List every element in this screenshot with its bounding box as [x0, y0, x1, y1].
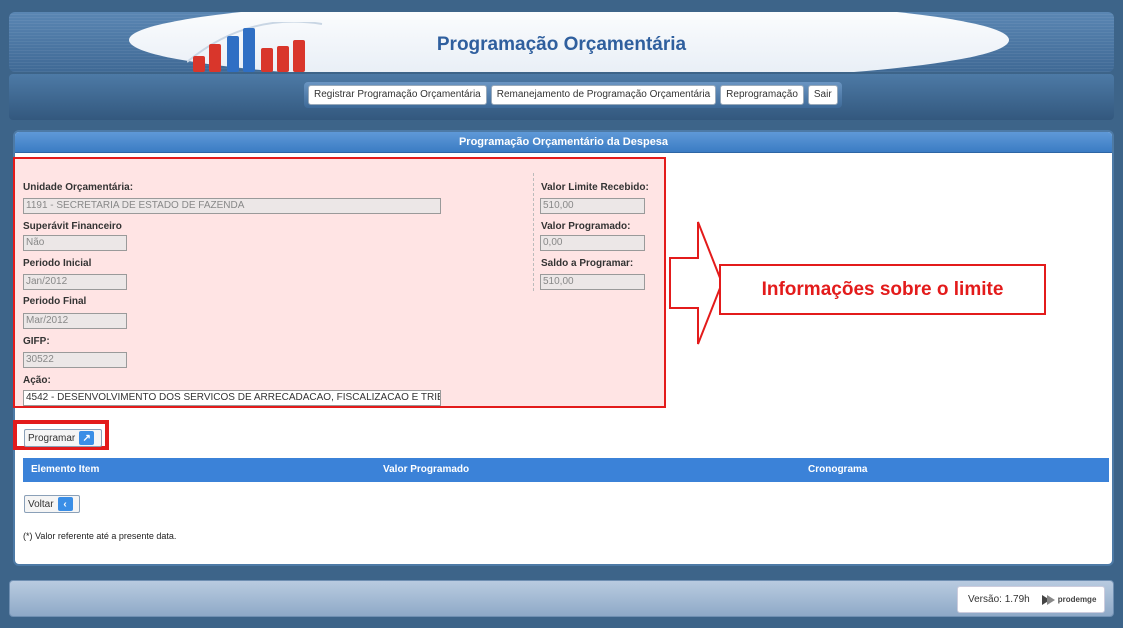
valor-programado-label: Valor Programado:: [541, 221, 631, 232]
arrow-up-right-icon: ↗: [79, 431, 95, 445]
version-text: Versão: 1.79h: [968, 594, 1030, 605]
callout-label: Informações sobre o limite: [719, 264, 1046, 315]
unidade-orcamentaria-field: 1191 - SECRETARIA DE ESTADO DE FAZENDA: [23, 198, 441, 214]
unidade-orcamentaria-label: Unidade Orçamentária:: [23, 182, 134, 193]
programar-button[interactable]: Programar ↗: [24, 429, 102, 447]
grid-header: Elemento Item Valor Programado Cronogram…: [23, 458, 1109, 482]
column-divider: [533, 173, 534, 291]
valor-programado-field: 0,00: [540, 235, 645, 251]
saldo-programar-field: 510,00: [540, 274, 645, 290]
saldo-programar-label: Saldo a Programar:: [541, 258, 634, 269]
acao-field[interactable]: 4542 - DESENVOLVIMENTO DOS SERVICOS DE A…: [23, 390, 441, 406]
acao-label: Ação:: [23, 375, 51, 386]
footnote: (*) Valor referente até a presente data.: [23, 531, 177, 541]
superavit-label: Superávit Financeiro: [23, 221, 122, 232]
main-nav: Registrar Programação Orçamentária Reman…: [9, 74, 1114, 120]
periodo-final-field: Mar/2012: [23, 313, 127, 329]
chevron-left-icon: ‹: [57, 497, 73, 511]
periodo-inicial-field: Jan/2012: [23, 274, 127, 290]
prodemge-icon: [1041, 594, 1055, 605]
app-title: Programação Orçamentária: [436, 34, 687, 55]
superavit-field: Não: [23, 235, 127, 251]
col-valor-programado[interactable]: Valor Programado: [383, 458, 469, 482]
gifp-field: 30522: [23, 352, 127, 368]
voltar-label: Voltar: [28, 498, 54, 510]
col-cronograma[interactable]: Cronograma: [808, 458, 867, 482]
tab-registrar[interactable]: Registrar Programação Orçamentária: [308, 85, 487, 105]
nav-tab-group: Registrar Programação Orçamentária Reman…: [304, 82, 842, 108]
valor-limite-label: Valor Limite Recebido:: [541, 182, 649, 193]
col-elemento-item[interactable]: Elemento Item: [31, 458, 99, 482]
app-header: Programação Orçamentária: [9, 12, 1114, 72]
voltar-button[interactable]: Voltar ‹: [24, 495, 80, 513]
valor-limite-field: 510,00: [540, 198, 645, 214]
programar-label: Programar: [28, 432, 76, 444]
tab-remanejamento[interactable]: Remanejamento de Programação Orçamentári…: [490, 85, 717, 105]
prodemge-logo: prodemge: [1041, 594, 1097, 605]
app-footer: Versão: 1.79h prodemge: [9, 580, 1114, 617]
gifp-label: GIFP:: [23, 336, 50, 347]
tab-reprogramacao[interactable]: Reprogramação: [720, 85, 804, 105]
panel-title: Programação Orçamentário da Despesa: [15, 132, 1112, 153]
version-box: Versão: 1.79h prodemge: [957, 586, 1105, 613]
prodemge-text: prodemge: [1057, 595, 1097, 604]
periodo-inicial-label: Periodo Inicial: [23, 258, 92, 269]
tab-sair[interactable]: Sair: [807, 85, 838, 105]
periodo-final-label: Periodo Final: [23, 296, 87, 307]
